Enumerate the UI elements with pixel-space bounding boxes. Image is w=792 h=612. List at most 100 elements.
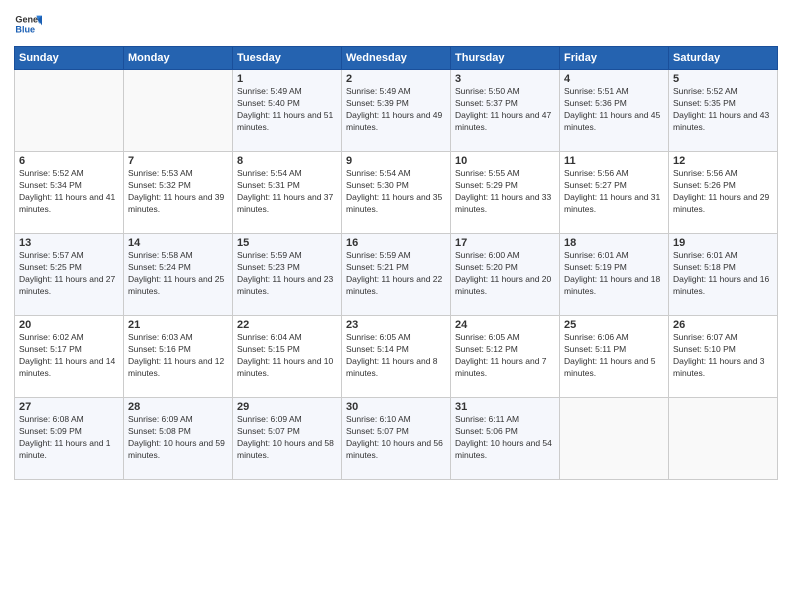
day-info: Sunrise: 6:03 AM Sunset: 5:16 PM Dayligh… [128,332,228,380]
calendar-cell: 7Sunrise: 5:53 AM Sunset: 5:32 PM Daylig… [124,152,233,234]
day-info: Sunrise: 5:52 AM Sunset: 5:34 PM Dayligh… [19,168,119,216]
calendar-cell: 5Sunrise: 5:52 AM Sunset: 5:35 PM Daylig… [669,70,778,152]
calendar-cell: 2Sunrise: 5:49 AM Sunset: 5:39 PM Daylig… [342,70,451,152]
day-info: Sunrise: 5:55 AM Sunset: 5:29 PM Dayligh… [455,168,555,216]
day-number: 25 [564,319,664,331]
calendar-cell: 20Sunrise: 6:02 AM Sunset: 5:17 PM Dayli… [15,316,124,398]
calendar-cell: 19Sunrise: 6:01 AM Sunset: 5:18 PM Dayli… [669,234,778,316]
calendar-cell: 14Sunrise: 5:58 AM Sunset: 5:24 PM Dayli… [124,234,233,316]
day-number: 31 [455,401,555,413]
calendar-cell: 17Sunrise: 6:00 AM Sunset: 5:20 PM Dayli… [451,234,560,316]
day-number: 9 [346,155,446,167]
day-number: 24 [455,319,555,331]
day-number: 3 [455,73,555,85]
day-info: Sunrise: 6:11 AM Sunset: 5:06 PM Dayligh… [455,414,555,462]
calendar-cell: 27Sunrise: 6:08 AM Sunset: 5:09 PM Dayli… [15,398,124,480]
day-info: Sunrise: 5:56 AM Sunset: 5:27 PM Dayligh… [564,168,664,216]
day-info: Sunrise: 6:08 AM Sunset: 5:09 PM Dayligh… [19,414,119,462]
weekday-header: Monday [124,47,233,70]
day-number: 8 [237,155,337,167]
calendar-cell: 24Sunrise: 6:05 AM Sunset: 5:12 PM Dayli… [451,316,560,398]
calendar-week-row: 20Sunrise: 6:02 AM Sunset: 5:17 PM Dayli… [15,316,778,398]
weekday-header: Thursday [451,47,560,70]
weekday-header-row: SundayMondayTuesdayWednesdayThursdayFrid… [15,47,778,70]
day-info: Sunrise: 5:57 AM Sunset: 5:25 PM Dayligh… [19,250,119,298]
day-number: 13 [19,237,119,249]
svg-text:Blue: Blue [15,24,35,34]
day-info: Sunrise: 6:05 AM Sunset: 5:12 PM Dayligh… [455,332,555,380]
day-info: Sunrise: 6:09 AM Sunset: 5:08 PM Dayligh… [128,414,228,462]
day-number: 20 [19,319,119,331]
calendar-cell: 25Sunrise: 6:06 AM Sunset: 5:11 PM Dayli… [560,316,669,398]
calendar-table: SundayMondayTuesdayWednesdayThursdayFrid… [14,46,778,480]
day-info: Sunrise: 5:59 AM Sunset: 5:21 PM Dayligh… [346,250,446,298]
calendar-cell: 22Sunrise: 6:04 AM Sunset: 5:15 PM Dayli… [233,316,342,398]
day-number: 30 [346,401,446,413]
calendar-cell: 26Sunrise: 6:07 AM Sunset: 5:10 PM Dayli… [669,316,778,398]
day-number: 14 [128,237,228,249]
calendar-cell: 15Sunrise: 5:59 AM Sunset: 5:23 PM Dayli… [233,234,342,316]
calendar-cell: 12Sunrise: 5:56 AM Sunset: 5:26 PM Dayli… [669,152,778,234]
day-number: 2 [346,73,446,85]
calendar-cell [669,398,778,480]
day-number: 15 [237,237,337,249]
calendar-cell: 1Sunrise: 5:49 AM Sunset: 5:40 PM Daylig… [233,70,342,152]
day-info: Sunrise: 6:00 AM Sunset: 5:20 PM Dayligh… [455,250,555,298]
day-info: Sunrise: 6:02 AM Sunset: 5:17 PM Dayligh… [19,332,119,380]
day-number: 7 [128,155,228,167]
calendar-cell: 4Sunrise: 5:51 AM Sunset: 5:36 PM Daylig… [560,70,669,152]
day-info: Sunrise: 5:54 AM Sunset: 5:30 PM Dayligh… [346,168,446,216]
day-number: 1 [237,73,337,85]
day-info: Sunrise: 6:10 AM Sunset: 5:07 PM Dayligh… [346,414,446,462]
calendar-cell: 6Sunrise: 5:52 AM Sunset: 5:34 PM Daylig… [15,152,124,234]
day-number: 10 [455,155,555,167]
calendar-cell [15,70,124,152]
calendar-week-row: 13Sunrise: 5:57 AM Sunset: 5:25 PM Dayli… [15,234,778,316]
weekday-header: Sunday [15,47,124,70]
calendar-cell: 18Sunrise: 6:01 AM Sunset: 5:19 PM Dayli… [560,234,669,316]
calendar-cell: 8Sunrise: 5:54 AM Sunset: 5:31 PM Daylig… [233,152,342,234]
day-number: 5 [673,73,773,85]
day-number: 12 [673,155,773,167]
calendar-cell: 10Sunrise: 5:55 AM Sunset: 5:29 PM Dayli… [451,152,560,234]
day-number: 18 [564,237,664,249]
day-number: 22 [237,319,337,331]
day-number: 26 [673,319,773,331]
logo: General Blue [14,10,42,38]
calendar-week-row: 1Sunrise: 5:49 AM Sunset: 5:40 PM Daylig… [15,70,778,152]
day-info: Sunrise: 6:01 AM Sunset: 5:19 PM Dayligh… [564,250,664,298]
calendar-week-row: 27Sunrise: 6:08 AM Sunset: 5:09 PM Dayli… [15,398,778,480]
day-number: 29 [237,401,337,413]
calendar-cell [560,398,669,480]
day-info: Sunrise: 6:04 AM Sunset: 5:15 PM Dayligh… [237,332,337,380]
day-info: Sunrise: 6:05 AM Sunset: 5:14 PM Dayligh… [346,332,446,380]
calendar-week-row: 6Sunrise: 5:52 AM Sunset: 5:34 PM Daylig… [15,152,778,234]
day-info: Sunrise: 5:51 AM Sunset: 5:36 PM Dayligh… [564,86,664,134]
calendar-cell: 29Sunrise: 6:09 AM Sunset: 5:07 PM Dayli… [233,398,342,480]
day-info: Sunrise: 5:49 AM Sunset: 5:40 PM Dayligh… [237,86,337,134]
weekday-header: Friday [560,47,669,70]
calendar-cell: 13Sunrise: 5:57 AM Sunset: 5:25 PM Dayli… [15,234,124,316]
day-number: 4 [564,73,664,85]
calendar-cell: 23Sunrise: 6:05 AM Sunset: 5:14 PM Dayli… [342,316,451,398]
calendar-cell: 11Sunrise: 5:56 AM Sunset: 5:27 PM Dayli… [560,152,669,234]
calendar-cell: 30Sunrise: 6:10 AM Sunset: 5:07 PM Dayli… [342,398,451,480]
day-info: Sunrise: 5:49 AM Sunset: 5:39 PM Dayligh… [346,86,446,134]
day-number: 19 [673,237,773,249]
day-info: Sunrise: 5:52 AM Sunset: 5:35 PM Dayligh… [673,86,773,134]
day-info: Sunrise: 6:07 AM Sunset: 5:10 PM Dayligh… [673,332,773,380]
day-info: Sunrise: 5:54 AM Sunset: 5:31 PM Dayligh… [237,168,337,216]
day-number: 27 [19,401,119,413]
calendar-cell: 21Sunrise: 6:03 AM Sunset: 5:16 PM Dayli… [124,316,233,398]
day-info: Sunrise: 6:06 AM Sunset: 5:11 PM Dayligh… [564,332,664,380]
day-number: 6 [19,155,119,167]
calendar-cell [124,70,233,152]
calendar-cell: 16Sunrise: 5:59 AM Sunset: 5:21 PM Dayli… [342,234,451,316]
day-number: 16 [346,237,446,249]
day-info: Sunrise: 5:50 AM Sunset: 5:37 PM Dayligh… [455,86,555,134]
calendar-cell: 28Sunrise: 6:09 AM Sunset: 5:08 PM Dayli… [124,398,233,480]
day-info: Sunrise: 5:59 AM Sunset: 5:23 PM Dayligh… [237,250,337,298]
calendar-cell: 31Sunrise: 6:11 AM Sunset: 5:06 PM Dayli… [451,398,560,480]
day-info: Sunrise: 6:01 AM Sunset: 5:18 PM Dayligh… [673,250,773,298]
weekday-header: Tuesday [233,47,342,70]
